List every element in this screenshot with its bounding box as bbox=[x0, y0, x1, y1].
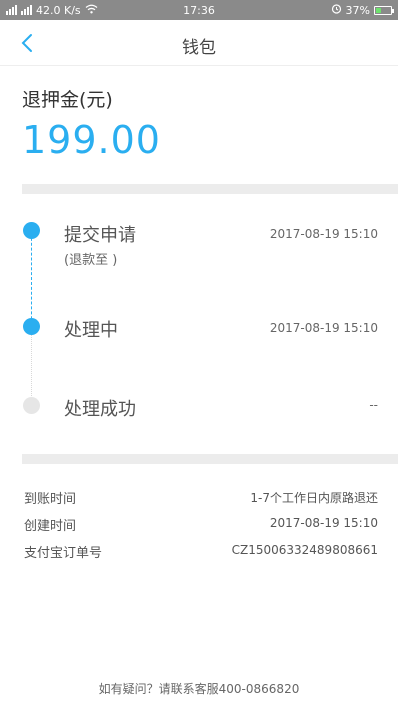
nav-bar: 钱包 bbox=[0, 20, 398, 66]
section-divider bbox=[22, 184, 398, 194]
step-time: -- bbox=[369, 398, 378, 412]
alarm-icon bbox=[331, 3, 342, 17]
step-title: 处理中 bbox=[64, 320, 118, 341]
signal-2-icon bbox=[21, 5, 32, 15]
step-time: 2017-08-19 15:10 bbox=[269, 321, 378, 335]
battery-percent: 37% bbox=[345, 3, 370, 17]
detail-value: 2017-08-19 15:10 bbox=[269, 516, 378, 530]
timeline-connector-done bbox=[31, 233, 32, 329]
detail-label: 支付宝订单号 bbox=[24, 546, 103, 561]
detail-value: CZ15006332489808661 bbox=[231, 543, 378, 557]
step-title: 处理成功 bbox=[64, 399, 136, 420]
timeline-connector-pending bbox=[31, 330, 32, 406]
battery-fill bbox=[376, 7, 381, 13]
refund-deposit-label: 退押金(元) bbox=[22, 89, 113, 111]
section-divider bbox=[22, 454, 398, 464]
page-title: 钱包 bbox=[182, 38, 216, 58]
network-speed: 42.0 K/s bbox=[36, 3, 81, 17]
detail-value: 1-7个工作日内原路退还 bbox=[250, 491, 378, 505]
wifi-icon bbox=[85, 4, 98, 17]
refund-amount: 199.00 bbox=[22, 118, 161, 162]
detail-label: 到账时间 bbox=[24, 492, 77, 507]
status-bar: 42.0 K/s 17:36 37% bbox=[0, 0, 398, 20]
status-right: 37% bbox=[331, 3, 394, 17]
step-subtitle: (退款至 ) bbox=[64, 253, 118, 268]
step-title: 提交申请 bbox=[64, 225, 136, 246]
step-time: 2017-08-19 15:10 bbox=[269, 227, 378, 241]
step-dot-icon bbox=[23, 222, 40, 239]
detail-label: 创建时间 bbox=[24, 519, 77, 534]
step-dot-icon bbox=[23, 318, 40, 335]
signal-icon bbox=[6, 5, 17, 15]
status-left: 42.0 K/s bbox=[6, 4, 98, 17]
customer-service-hint: 如有疑问？请联系客服400-0866820 bbox=[98, 682, 300, 696]
battery-icon bbox=[374, 5, 394, 15]
step-dot-icon bbox=[23, 397, 40, 414]
